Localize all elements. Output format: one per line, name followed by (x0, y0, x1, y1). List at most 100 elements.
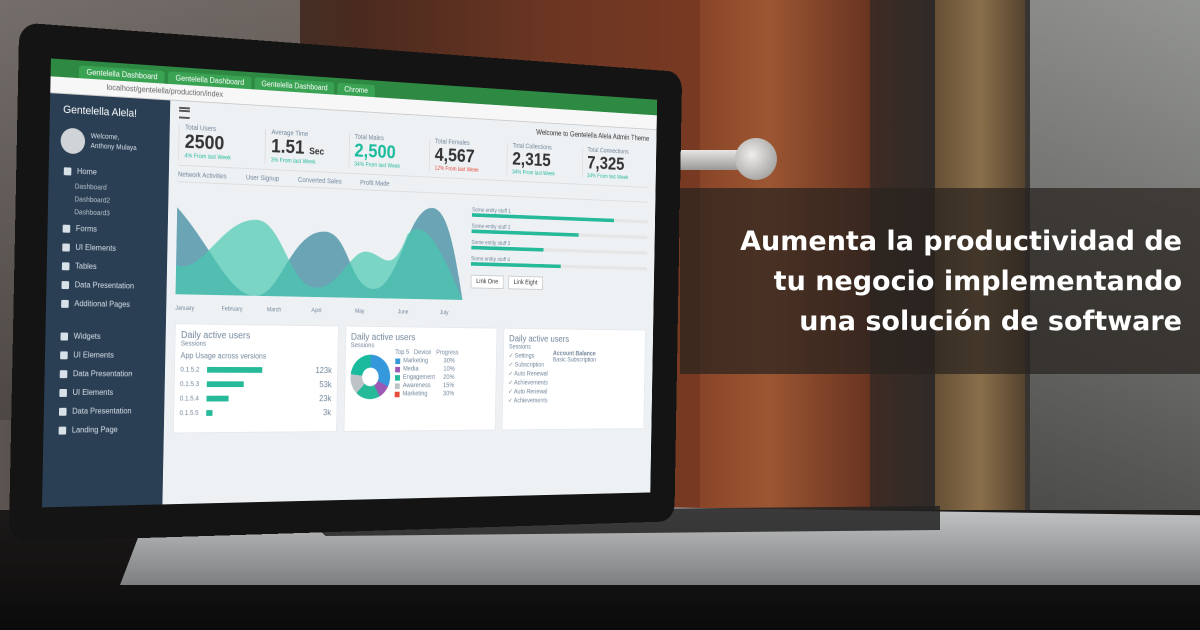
panel-app-usage: Daily active users Sessions App Usage ac… (172, 323, 339, 434)
settings-item: ✓ Achievements (507, 397, 548, 405)
nav-label: Widgets (73, 331, 101, 341)
link-buttons: Link One Link Eight (470, 274, 647, 293)
welcome-text: Welcome, Anthony Mulaya (90, 132, 137, 154)
version-bar (206, 410, 213, 416)
user-name: Anthony Mulaya (90, 142, 137, 153)
nav-item: Data Presentation (44, 402, 165, 421)
bug-icon (60, 332, 69, 341)
nav-label: Additional Pages (74, 299, 131, 309)
nav-item: Widgets (45, 326, 166, 346)
chart-tab: Network Activities (177, 171, 227, 181)
device-row: Media 10% (394, 365, 458, 373)
device-label: Marketing (403, 357, 429, 365)
version-label: 0.1.5.2 (180, 366, 200, 374)
stat-tile: Total Collections 2,315 34% From last Week (506, 142, 577, 179)
settings-item: ✓ Settings (508, 353, 535, 360)
photo-background: Gentelella Dashboard Gentelella Dashboar… (0, 0, 1200, 630)
clone-icon (61, 299, 69, 308)
device-body: Top 5 Device Progress Marketing 30% Media 10% E… (349, 349, 492, 400)
version-row: 0.1.5.5 3k (179, 408, 331, 418)
panel-heading: App Usage across versions (180, 351, 267, 361)
settings-item: ✓ Auto Renewal (508, 370, 548, 378)
version-list: 0.1.5.2 123k 0.1.5.3 53k 0.1.5.4 23k 0.1.5.5 3k (179, 365, 332, 418)
month-label: February (221, 307, 242, 313)
door-handle-rose (735, 138, 777, 180)
device-value: 20% (443, 374, 455, 381)
settings-list: ✓ Settings ✓ Subscription ✓ Auto Renewal ✓ … (508, 350, 549, 404)
stat-unit: Sec (309, 146, 325, 158)
home-icon (63, 166, 72, 176)
avatar (60, 127, 86, 155)
device-label: Marketing (402, 390, 428, 398)
nav-item: Landing Page (43, 420, 164, 440)
menu-icon (178, 106, 190, 120)
panel-sub: Sessions (180, 340, 207, 348)
month-labels: January February March April May June Ju… (175, 306, 448, 316)
edit-icon (62, 224, 71, 233)
headline-line: tu negocio implementando (773, 266, 1182, 297)
version-bar (206, 381, 244, 388)
donut-chart (349, 354, 391, 400)
nav-label: UI Elements (72, 388, 114, 397)
stat-tile: Total Males 2,500 34% From last Week (348, 133, 423, 171)
device-value: 10% (443, 366, 455, 373)
settings-item: ✓ Auto Renewal (508, 388, 548, 396)
month-label: July (440, 310, 449, 316)
nav-item: Data Presentation (44, 364, 165, 383)
legend-swatch (394, 375, 400, 381)
nav-item: Additional Pages (46, 294, 167, 315)
chart-tab: User Signup (245, 174, 280, 183)
version-row: 0.1.5.3 53k (180, 379, 332, 389)
nav-item: Data Presentation (46, 275, 167, 296)
device-label: Media (403, 365, 419, 373)
settings-item: ✓ Subscription (508, 361, 545, 369)
link-button: Link One (470, 274, 504, 290)
month-label: June (398, 310, 409, 316)
panel-settings: Daily active users Sessions ✓ Settings ✓ … (501, 327, 646, 431)
version-value: 23k (319, 393, 332, 404)
stat-value: 1.51 (270, 136, 305, 159)
nav-label: UI Elements (73, 350, 114, 360)
device-col: Device (413, 349, 432, 357)
settings-body: ✓ Settings ✓ Subscription ✓ Auto Renewal ✓ … (508, 350, 640, 405)
device-value: 30% (443, 357, 455, 365)
desktop-icon (60, 350, 68, 359)
browser-tab: Chrome (337, 82, 375, 98)
version-row: 0.1.5.2 123k (180, 365, 332, 375)
stat-tile: Total Females 4,567 12% From last Week (428, 138, 501, 175)
legend-swatch (395, 358, 400, 365)
version-label: 0.1.5.4 (179, 395, 199, 403)
device-label: Awareness (402, 382, 431, 389)
progress-list: Some entity stuff 1 Some entity stuff 2 So… (470, 200, 648, 321)
chart-icon (59, 369, 68, 378)
area-chart: January February March April May June Ju… (175, 197, 465, 316)
device-row: Marketing 30% (395, 358, 458, 365)
month-label: May (355, 309, 365, 315)
version-value: 3k (323, 407, 332, 418)
panel-devices: Daily active users Sessions Top 5 Device P… (343, 325, 498, 432)
desktop-icon (59, 388, 68, 397)
headline-line: Aumenta la productividad de (740, 226, 1182, 257)
dashboard-sidebar: Gentelella Alela! Welcome, Anthony Mulay… (41, 93, 171, 508)
device-col: Progress (436, 349, 459, 357)
version-label: 0.1.5.3 (179, 380, 200, 388)
chart-icon (61, 280, 70, 289)
nav-label: Data Presentation (74, 280, 135, 291)
chart-row: January February March April May June Ju… (175, 188, 648, 321)
table-icon (61, 261, 70, 270)
laptop-screen: Gentelella Dashboard Gentelella Dashboar… (41, 58, 658, 508)
month-label: April (311, 308, 321, 314)
chart-tab: Converted Sales (297, 177, 342, 186)
device-label: Engagement (402, 374, 436, 381)
device-list: Top 5 Device Progress Marketing 30% Media 10% E… (394, 349, 459, 399)
headline-line: una solución de software (799, 306, 1182, 337)
desktop-icon (62, 242, 70, 252)
link-button: Link Eight (508, 275, 543, 290)
account-balance: Account Balance Basic Subscription (552, 351, 596, 404)
top-message: Welcome to Gentelella Alela Admin Theme (536, 128, 650, 143)
chart-tab: Profit Made (359, 179, 390, 188)
nav-label: Data Presentation (72, 406, 132, 416)
nav-item: UI Elements (44, 383, 165, 402)
device-row: Marketing 30% (394, 390, 457, 398)
nav-label: Home (76, 166, 97, 177)
